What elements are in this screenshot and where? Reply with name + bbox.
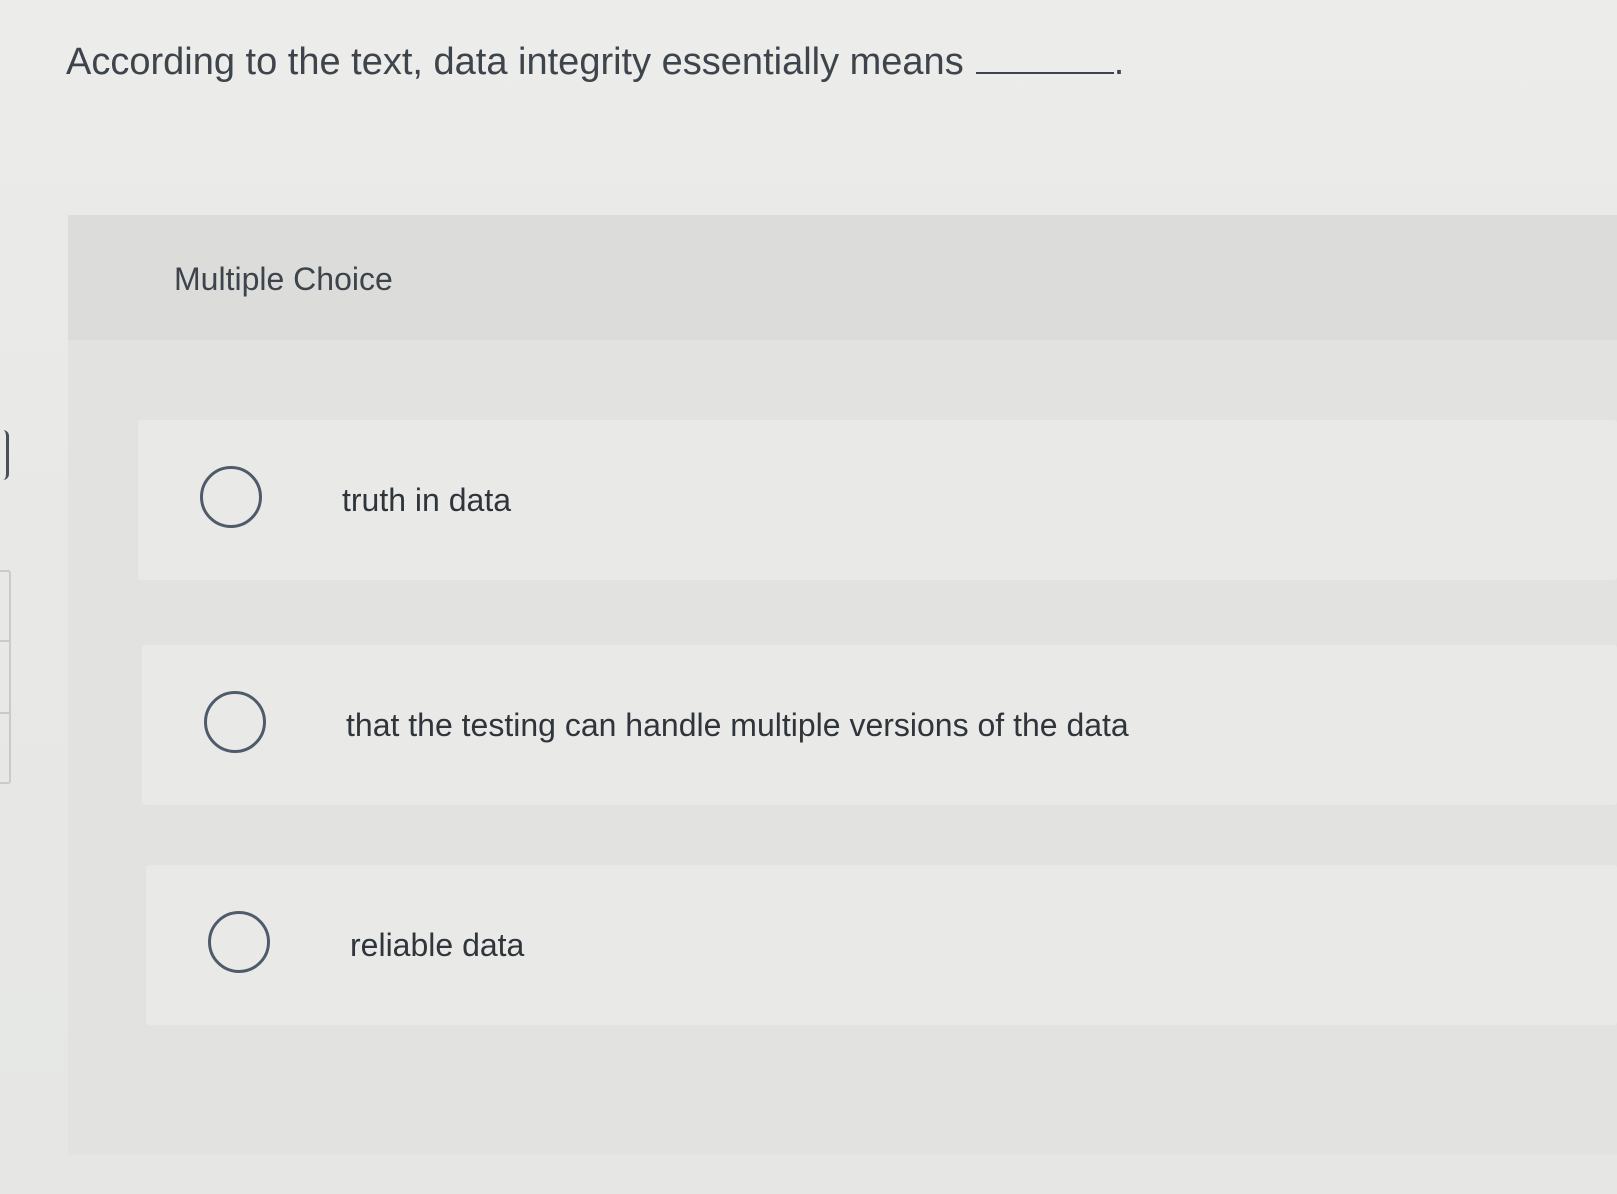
left-edge-tab[interactable] [0, 430, 9, 480]
multiple-choice-panel: Multiple Choice truth in data that the t… [68, 215, 1617, 1155]
choice-option-3[interactable]: reliable data [146, 865, 1617, 1025]
choice-label-option-3: reliable data [350, 927, 525, 963]
radio-button-option-1[interactable] [200, 466, 262, 528]
answer-blank [975, 50, 1114, 74]
multiple-choice-title: Multiple Choice [174, 261, 393, 297]
left-edge-divider [0, 640, 9, 714]
radio-button-option-2[interactable] [204, 691, 266, 753]
radio-button-option-3[interactable] [208, 911, 270, 973]
choice-label-option-2: that the testing can handle multiple ver… [346, 707, 1129, 743]
multiple-choice-header: Multiple Choice [68, 215, 1617, 340]
choice-option-1[interactable]: truth in data [138, 420, 1617, 580]
question-period: . [1113, 41, 1125, 83]
choice-label-option-1: truth in data [342, 482, 511, 518]
question-text: According to the text, data integrity es… [66, 41, 964, 83]
choice-option-2[interactable]: that the testing can handle multiple ver… [142, 645, 1617, 805]
question-prompt: According to the text, data integrity es… [66, 36, 1125, 88]
